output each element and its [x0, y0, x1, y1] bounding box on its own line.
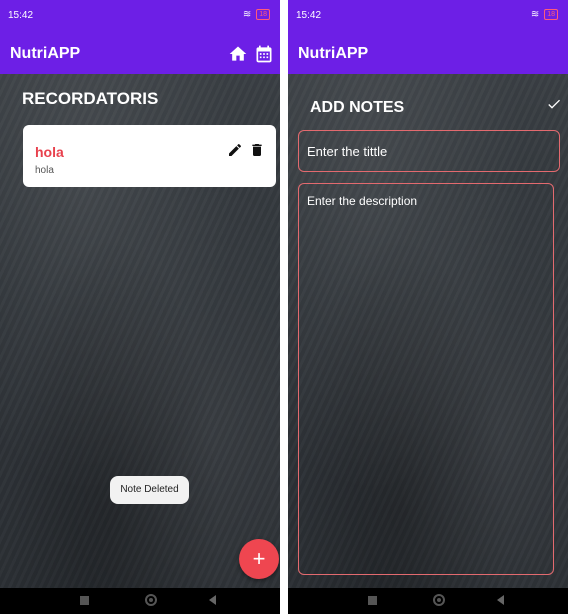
- reminders-screen: 15:42 ≋ 18 NutriAPP RECORDATORIS hola ho…: [0, 0, 280, 614]
- home-icon[interactable]: [228, 44, 248, 64]
- note-description: hola: [35, 165, 54, 176]
- status-bar: 15:42 ≋ 18: [288, 0, 568, 34]
- battery-indicator: 18: [544, 9, 558, 20]
- app-title: NutriAPP: [10, 45, 81, 62]
- add-note-screen: 15:42 ≋ 18 NutriAPP ADD NOTES: [288, 0, 568, 614]
- wifi-icon: ≋: [530, 9, 540, 20]
- home-nav-button[interactable]: [145, 594, 157, 606]
- status-time: 15:42: [296, 10, 322, 21]
- status-bar: 15:42 ≋ 18: [0, 0, 280, 34]
- note-title: hola: [35, 144, 64, 160]
- wifi-icon: ≋: [242, 9, 252, 20]
- note-card[interactable]: hola hola: [23, 125, 276, 187]
- back-button[interactable]: [209, 595, 216, 605]
- reminders-content: RECORDATORIS hola hola Note Deleted +: [0, 74, 280, 588]
- title-input[interactable]: [298, 130, 560, 172]
- back-button[interactable]: [497, 595, 504, 605]
- plus-icon: +: [252, 546, 266, 571]
- navigation-bar: [288, 588, 568, 614]
- toast-message: Note Deleted: [110, 476, 189, 504]
- add-note-button[interactable]: +: [239, 539, 279, 579]
- description-input[interactable]: [298, 183, 554, 575]
- check-icon[interactable]: [546, 96, 562, 112]
- delete-icon[interactable]: [249, 142, 265, 158]
- page-title: RECORDATORIS: [22, 89, 159, 108]
- battery-indicator: 18: [256, 9, 270, 20]
- edit-icon[interactable]: [227, 142, 243, 158]
- status-icons: ≋ 18: [531, 9, 558, 20]
- app-title: NutriAPP: [298, 45, 369, 62]
- add-note-content: ADD NOTES: [288, 74, 568, 588]
- app-bar: NutriAPP: [0, 34, 280, 74]
- recents-button[interactable]: [80, 596, 89, 605]
- home-nav-button[interactable]: [433, 594, 445, 606]
- recents-button[interactable]: [368, 596, 377, 605]
- calendar-icon[interactable]: [254, 44, 274, 64]
- status-time: 15:42: [8, 10, 34, 21]
- navigation-bar: [0, 588, 280, 614]
- app-bar: NutriAPP: [288, 34, 568, 74]
- page-title: ADD NOTES: [310, 99, 405, 116]
- status-icons: ≋ 18: [243, 9, 270, 20]
